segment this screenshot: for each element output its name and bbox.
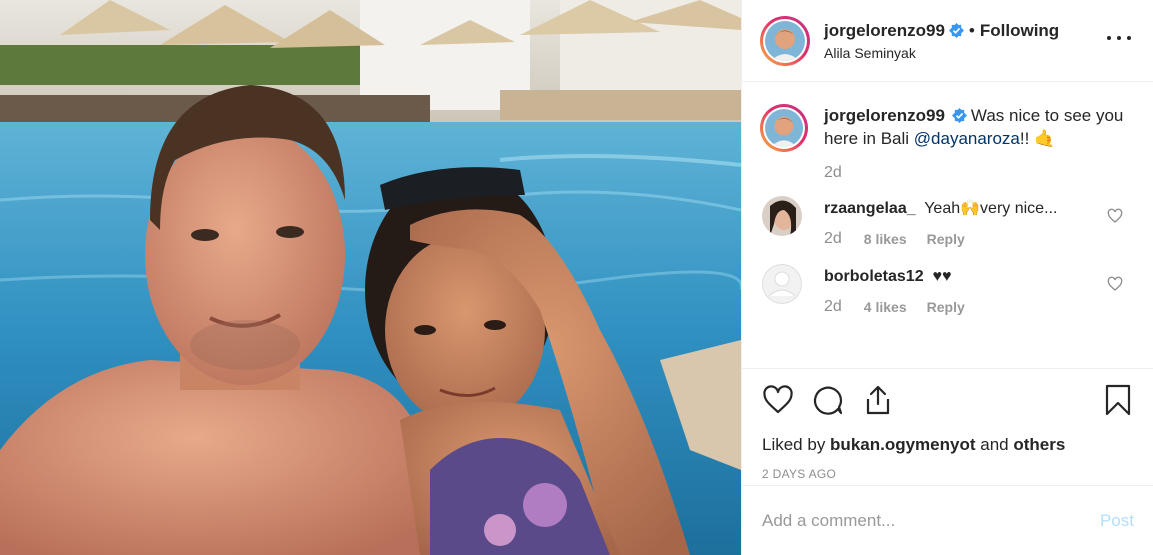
- comment-body: ♥♥: [932, 268, 952, 285]
- commenter-avatar[interactable]: [762, 264, 802, 304]
- comment-composer: Post: [742, 485, 1153, 555]
- comment-username[interactable]: rzaangelaa_: [824, 200, 916, 217]
- heart-icon[interactable]: [1107, 208, 1123, 224]
- comments-list[interactable]: jorgelorenzo99 Was nice to see you here i…: [742, 82, 1153, 368]
- comment-time[interactable]: 2d: [824, 230, 842, 248]
- comment-username[interactable]: borboletas12: [824, 268, 924, 285]
- comment-text: rzaangelaa_ Yeah🙌very nice...: [824, 198, 1057, 220]
- author-avatar[interactable]: [760, 15, 810, 66]
- default-avatar-icon: [762, 264, 802, 304]
- more-horizontal-icon[interactable]: [1107, 30, 1131, 46]
- caption-username[interactable]: jorgelorenzo99: [824, 106, 945, 125]
- post-location[interactable]: Alila Seminyak: [824, 45, 1059, 61]
- share-icon[interactable]: [862, 384, 894, 416]
- liked-by-others[interactable]: others: [1013, 435, 1065, 454]
- post-side-panel: jorgelorenzo99 • Following Alila Seminya…: [741, 0, 1153, 555]
- caption-text: jorgelorenzo99 Was nice to see you here i…: [824, 104, 1133, 152]
- liked-by-text: Liked by bukan.ogymenyot and others: [762, 435, 1134, 455]
- post-comment-button[interactable]: Post: [1100, 511, 1134, 531]
- comment-meta: 2d 4 likes Reply: [824, 298, 965, 316]
- comment-icon[interactable]: [812, 384, 844, 416]
- comment-likes[interactable]: 4 likes: [864, 299, 907, 315]
- instagram-post-modal: jorgelorenzo99 • Following Alila Seminya…: [0, 0, 1153, 555]
- comment-time[interactable]: 2d: [824, 298, 842, 316]
- caption-avatar-image: [765, 109, 803, 147]
- following-button[interactable]: Following: [980, 21, 1059, 41]
- comment-item: rzaangelaa_ Yeah🙌very nice... 2d 8 likes…: [760, 196, 1133, 248]
- post-caption: jorgelorenzo99 Was nice to see you here i…: [760, 104, 1133, 152]
- commenter-avatar-image: [762, 196, 802, 236]
- follow-separator: •: [968, 20, 975, 40]
- caption-time[interactable]: 2d: [824, 164, 842, 182]
- comment-likes[interactable]: 8 likes: [864, 231, 907, 247]
- bookmark-icon[interactable]: [1102, 384, 1134, 416]
- liked-by-prefix: Liked by: [762, 435, 831, 454]
- caption-meta: 2d: [824, 164, 1133, 182]
- post-header: jorgelorenzo99 • Following Alila Seminya…: [742, 0, 1153, 82]
- liked-by-user[interactable]: bukan.ogymenyot: [830, 435, 975, 454]
- reply-button[interactable]: Reply: [927, 231, 965, 247]
- heart-icon[interactable]: [1107, 276, 1123, 292]
- caption-mention-link[interactable]: @dayanaroza: [914, 129, 1020, 148]
- comment-meta: 2d 8 likes Reply: [824, 230, 1057, 248]
- heart-icon[interactable]: [762, 384, 794, 416]
- verified-badge-icon: [951, 108, 967, 123]
- author-username[interactable]: jorgelorenzo99: [824, 21, 945, 41]
- post-photo[interactable]: [0, 0, 741, 555]
- post-photo-image: [0, 0, 741, 555]
- liked-by-and: and: [975, 435, 1014, 454]
- add-comment-input[interactable]: [762, 510, 1100, 531]
- caption-avatar[interactable]: [760, 104, 808, 152]
- author-avatar-image: [765, 20, 805, 61]
- comment-item: borboletas12 ♥♥ 2d 4 likes Reply: [760, 264, 1133, 316]
- verified-badge-icon: [948, 23, 964, 38]
- commenter-avatar[interactable]: [762, 196, 802, 236]
- reply-button[interactable]: Reply: [927, 299, 965, 315]
- comment-body: Yeah🙌very nice...: [924, 200, 1058, 217]
- comment-text: borboletas12 ♥♥: [824, 266, 965, 288]
- caption-suffix: !! 🤙: [1019, 129, 1056, 148]
- post-actions: Liked by bukan.ogymenyot and others 2 DA…: [742, 368, 1153, 481]
- post-timestamp[interactable]: 2 DAYS AGO: [762, 467, 1134, 481]
